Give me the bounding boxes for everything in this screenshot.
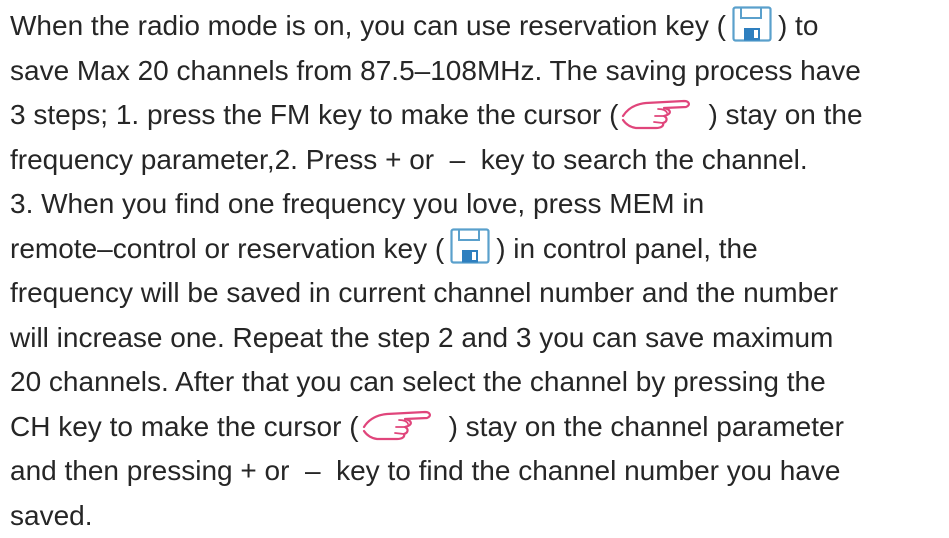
text-line-4: frequency parameter,2. Press + or – key … bbox=[10, 143, 808, 175]
text-line-9: 20 channels. After that you can select t… bbox=[10, 366, 826, 397]
save-icon bbox=[450, 228, 490, 264]
text-line-6: remote–control or reservation key () in … bbox=[10, 227, 945, 272]
save-icon bbox=[732, 6, 772, 42]
manual-paragraph: When the radio mode is on, you can use r… bbox=[10, 4, 945, 538]
text-line-12: saved. bbox=[10, 499, 93, 531]
text-line-3: 3 steps; 1. press the FM key to make the… bbox=[10, 93, 945, 138]
pointing-hand-icon bbox=[361, 407, 447, 441]
text-line-5: 3. When you find one frequency you love,… bbox=[10, 188, 705, 219]
text-line-8: will increase one. Repeat the step 2 and… bbox=[10, 321, 834, 353]
text-line-1: When the radio mode is on, you can use r… bbox=[10, 4, 945, 49]
pointing-hand-icon bbox=[620, 96, 706, 130]
text-line-2: save Max 20 channels from 87.5–108MHz. T… bbox=[10, 54, 861, 86]
text-line-7: frequency will be saved in current chann… bbox=[10, 277, 839, 308]
text-line-10: CH key to make the cursor () stay on the… bbox=[10, 405, 945, 450]
text-line-11: and then pressing + or – key to find the… bbox=[10, 455, 841, 486]
